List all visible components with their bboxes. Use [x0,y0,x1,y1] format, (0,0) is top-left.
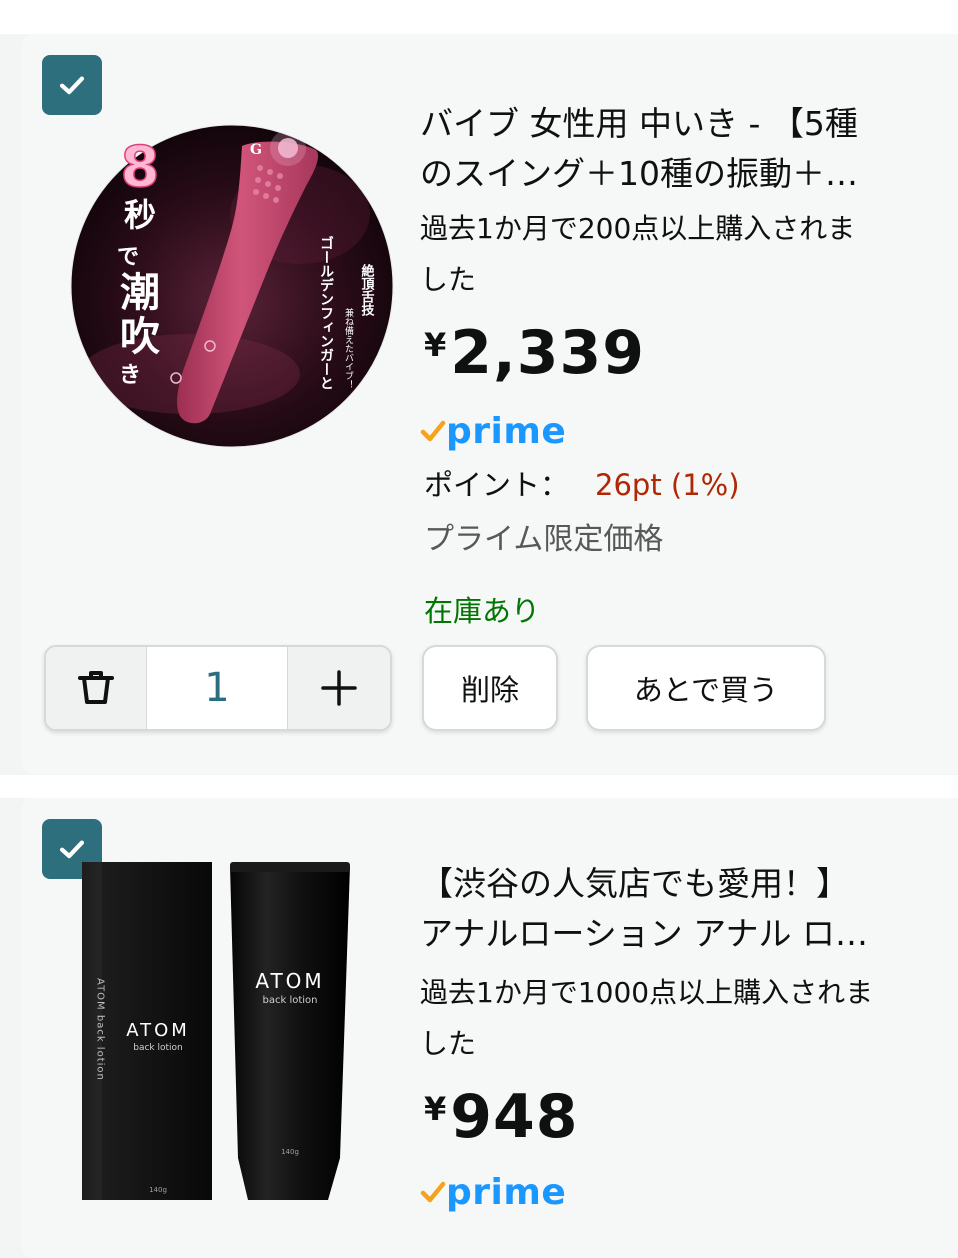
item-2-product-image[interactable]: ATOM back lotion ATOM back lotion 140g A… [78,858,368,1200]
quantity-value[interactable]: 1 [147,647,287,729]
trash-icon [78,671,115,704]
image-caption-char: で [117,245,139,270]
prime-check-icon [420,420,446,442]
price-amount: 2,339 [450,318,646,388]
item-1-title-line-1[interactable]: バイブ 女性用 中いき - 【5種 [420,98,958,150]
item-1-stock-status: 在庫あり [424,594,541,628]
prime-label: prime [446,1171,567,1213]
image-sub-caption-3: 兼ね備えたバイブ！ [343,307,354,389]
image-caption-char: 潮 [120,270,160,316]
item-1-prime-limited-label: プライム限定価格 [424,522,664,557]
box-brand: ATOM [126,1020,190,1041]
item-2-price: ¥948 [424,1082,579,1152]
item-1-bought-line-2: した [420,263,477,296]
item-2-title-line-1[interactable]: 【渋谷の人気店でも愛用！】 [420,858,958,910]
image-caption-char: 吹 [120,314,160,360]
top-spacer [0,0,958,34]
item-1-checkbox[interactable] [42,55,102,115]
check-icon [59,76,85,95]
image-big-number: 8 [121,135,160,200]
prime-label: prime [446,410,567,452]
item-1-bought-line-1: 過去1か月で200点以上購入されま [420,212,856,245]
currency-symbol: ¥ [424,326,447,364]
item-1-price: ¥2,339 [424,318,645,388]
box-side-text: ATOM back lotion [95,978,106,1081]
box-net: 140g [149,1186,167,1194]
tube-sub: back lotion [263,995,318,1006]
item-1-product-image[interactable]: G 8 秒 で 潮 吹 き 絶頂舌技 ゴールデンフィンガーと 兼ね備えたバイブ！ [70,124,394,448]
item-1-title-line-2[interactable]: のスイング＋10種の振動＋… [420,148,958,200]
item-1-quantity-stepper: 1 [44,645,392,731]
image-caption-char: き [119,363,141,388]
image-sub-caption-2: ゴールデンフィンガーと [318,235,334,390]
image-logo-letter: G [250,142,262,158]
item-2-bought-line-1: 過去1か月で1000点以上購入されま [420,976,874,1009]
points-value: 26pt (1%) [595,468,740,502]
item-divider [0,775,958,798]
quantity-increase-button[interactable] [286,647,390,729]
quantity-delete-button[interactable] [46,647,148,729]
points-label: ポイント： [424,468,570,502]
tube-net: 140g [281,1148,299,1156]
tube-brand: ATOM [255,969,324,993]
image-caption-char: 秒 [124,196,156,234]
image-sub-caption-1: 絶頂舌技 [359,263,376,317]
box-sub: back lotion [133,1043,183,1053]
item-1-points: ポイント： 26pt (1%) [424,462,740,504]
item-1-delete-button[interactable]: 削除 [422,645,558,731]
prime-check-icon [420,1181,446,1203]
currency-symbol: ¥ [424,1090,447,1128]
plus-icon [321,670,357,706]
item-2-prime-badge: prime [420,1171,567,1213]
item-2-title-line-2[interactable]: アナルローション アナル ロ… [420,908,958,960]
item-1-save-for-later-button[interactable]: あとで買う [586,645,826,731]
item-2-bought-line-2: した [420,1027,477,1060]
item-1-prime-badge: prime [420,410,567,452]
price-amount: 948 [450,1082,579,1152]
